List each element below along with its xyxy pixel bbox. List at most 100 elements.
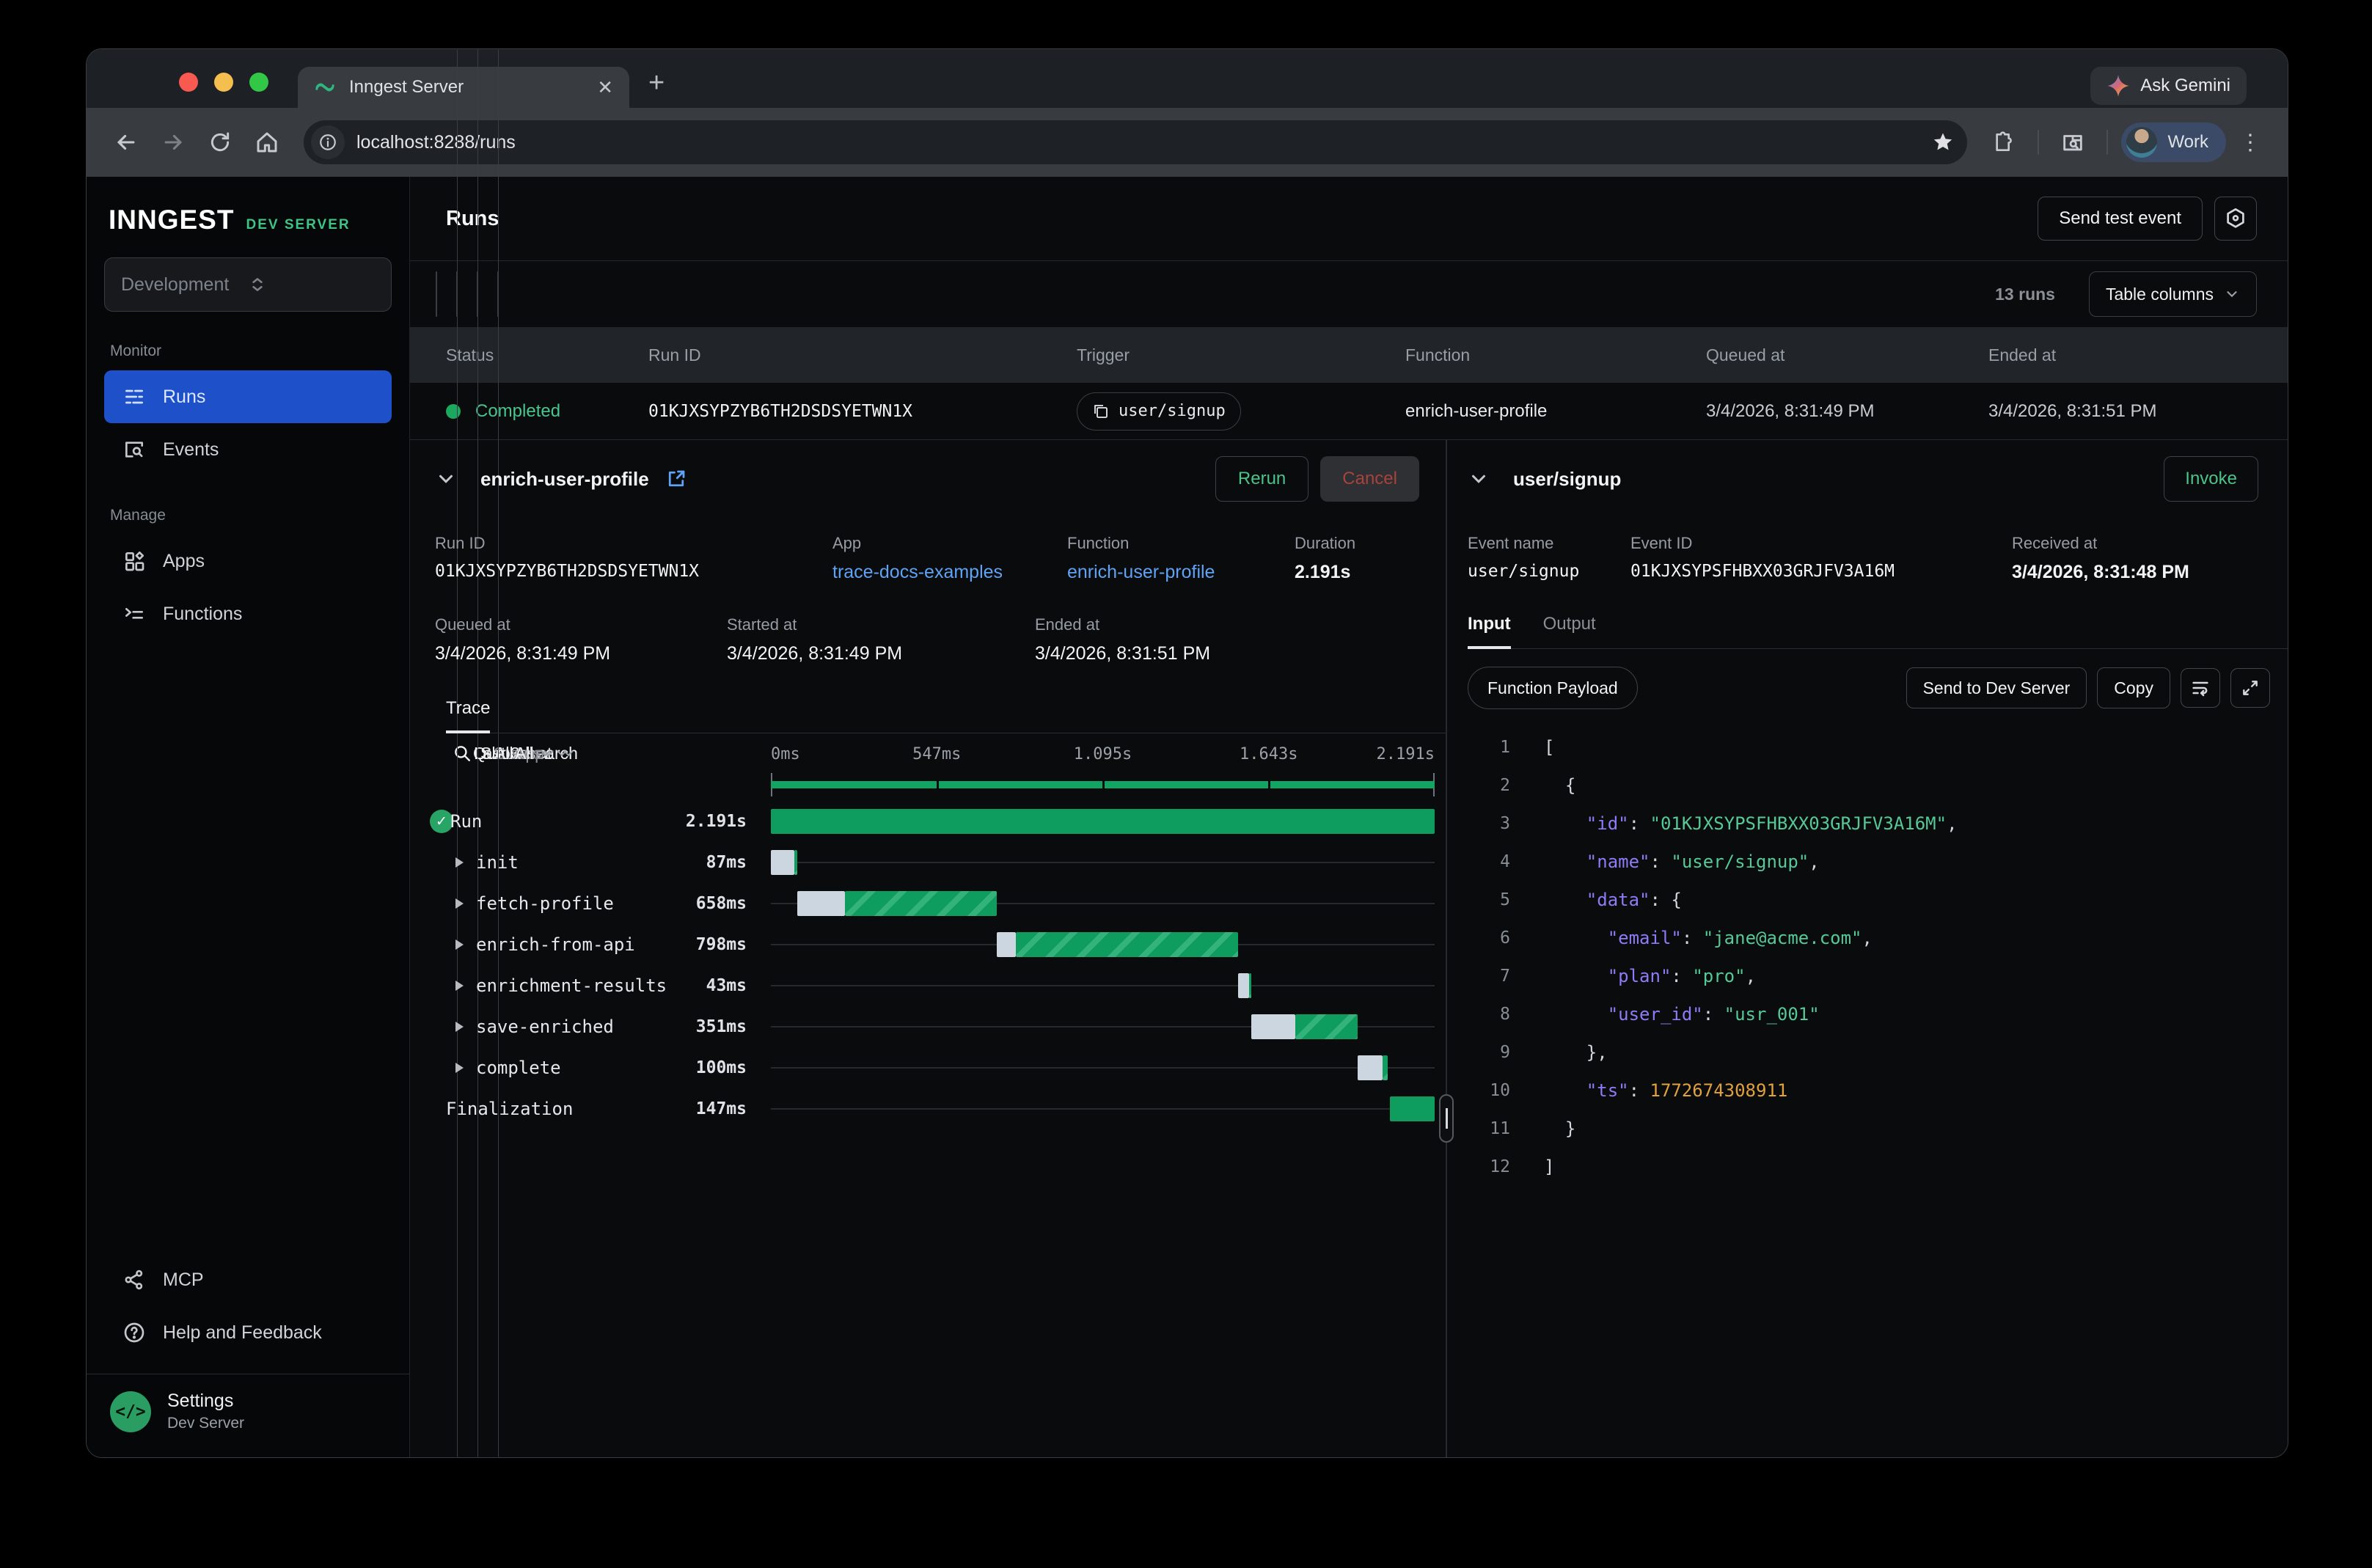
sidebar-item-help[interactable]: Help and Feedback: [104, 1306, 392, 1359]
new-tab-button[interactable]: +: [648, 67, 665, 99]
event-detail-panel: user/signup Invoke Event name user/signu…: [1447, 440, 2288, 1457]
back-icon[interactable]: [106, 122, 147, 163]
app-link[interactable]: trace-docs-examples: [832, 562, 1067, 583]
payload-json-code[interactable]: 1[2 {3 "id": "01KJXSYPSFHBXX03GRJFV3A16M…: [1468, 728, 2288, 1186]
trace-row-enrichment-results[interactable]: enrichment-results43ms: [410, 965, 1446, 1006]
table-columns-button[interactable]: Table columns: [2089, 271, 2257, 317]
trace-span-bar[interactable]: [771, 891, 1435, 916]
close-tab-icon[interactable]: ✕: [597, 78, 613, 97]
trace-segment-exec: [1249, 973, 1251, 998]
ask-gemini-button[interactable]: Ask Gemini: [2090, 67, 2247, 105]
trace-span-bar[interactable]: [771, 1014, 1435, 1039]
timeline-tick: 547ms: [912, 745, 961, 763]
rerun-button[interactable]: Rerun: [1215, 456, 1308, 502]
copy-button[interactable]: Copy: [2097, 667, 2170, 708]
ask-gemini-label: Ask Gemini: [2140, 76, 2230, 96]
runs-count: 13 runs: [1995, 285, 2055, 304]
trace-segment-solid: [771, 809, 1435, 834]
invoke-button[interactable]: Invoke: [2164, 456, 2258, 502]
line-number: 9: [1468, 1043, 1510, 1062]
run-queued-at: 3/4/2026, 8:31:49 PM: [1706, 401, 1988, 422]
forward-icon[interactable]: [153, 122, 194, 163]
trace-span-bar[interactable]: [771, 973, 1435, 998]
code-line: 10 "ts": 1772674308911: [1468, 1071, 2288, 1110]
profile-label: Work: [2167, 132, 2208, 153]
tab-input[interactable]: Input: [1468, 614, 1511, 649]
tab-trace[interactable]: Trace: [446, 698, 490, 733]
trace-row-save-enriched[interactable]: save-enriched351ms: [410, 1006, 1446, 1047]
minimize-window-button[interactable]: [214, 73, 233, 92]
trace-span-bar[interactable]: [771, 850, 1435, 875]
home-icon[interactable]: [246, 122, 288, 163]
browser-menu-icon[interactable]: ⋮: [2232, 130, 2269, 155]
settings-gear-button[interactable]: [2214, 197, 2257, 241]
run-table-row[interactable]: Completed 01KJXSYPZYB6TH2DSDSYETWN1X use…: [410, 383, 2288, 440]
extensions-icon[interactable]: [1983, 122, 2024, 163]
function-payload-pill[interactable]: Function Payload: [1468, 667, 1638, 709]
environment-selector[interactable]: Development: [104, 257, 392, 312]
word-wrap-icon[interactable]: [2181, 668, 2220, 708]
site-info-icon[interactable]: [311, 125, 345, 159]
trace-step-duration: 658ms: [410, 894, 747, 913]
code-line: 11 }: [1468, 1110, 2288, 1148]
show-search-button[interactable]: Show search: [436, 271, 437, 317]
tab-output[interactable]: Output: [1543, 614, 1596, 648]
chevron-down-icon: [2224, 286, 2240, 302]
trace-row-finalization[interactable]: Finalization147ms: [410, 1088, 1446, 1129]
send-to-dev-server-button[interactable]: Send to Dev Server: [1906, 667, 2087, 708]
trace-span-bar[interactable]: [771, 932, 1435, 957]
trace-row-enrich-from-api[interactable]: enrich-from-api798ms: [410, 924, 1446, 965]
sidebar-item-events[interactable]: Events: [104, 423, 392, 476]
sidebar-item-functions[interactable]: Functions: [104, 587, 392, 640]
browser-window: Inngest Server ✕ + Ask Gemini: [86, 48, 2288, 1458]
run-id-value: 01KJXSYPZYB6TH2DSDSYETWN1X: [435, 562, 832, 581]
trace-row-init[interactable]: init87ms: [410, 842, 1446, 883]
trigger-badge[interactable]: user/signup: [1077, 392, 1241, 431]
collapse-run-chevron-icon[interactable]: [435, 468, 457, 490]
trace-row-fetch-profile[interactable]: fetch-profile658ms: [410, 883, 1446, 924]
duration-value: 2.191s: [1295, 562, 1355, 583]
line-number: 8: [1468, 1005, 1510, 1024]
trace-row-run[interactable]: ✓Run2.191s: [410, 801, 1446, 842]
sidebar-item-apps[interactable]: Apps: [104, 535, 392, 587]
bookmark-star-icon[interactable]: [1932, 131, 1954, 153]
trace-segment-exec: [1295, 1014, 1358, 1039]
external-link-icon[interactable]: [665, 468, 687, 490]
reload-icon[interactable]: [200, 122, 241, 163]
close-window-button[interactable]: [179, 73, 198, 92]
section-label-monitor: Monitor: [110, 342, 386, 360]
run-detail-split: enrich-user-profile Rerun Cancel: [410, 440, 2288, 1457]
trace-segment-exec: [845, 891, 997, 916]
app-filter: App All: [497, 271, 499, 317]
trace-step-duration: 100ms: [410, 1058, 747, 1077]
trace-span-bar[interactable]: [771, 809, 1435, 834]
sidebar-item-mcp[interactable]: MCP: [104, 1253, 392, 1306]
cancel-button[interactable]: Cancel: [1320, 456, 1419, 502]
send-test-event-button[interactable]: Send test event: [2038, 197, 2203, 241]
avatar: [2126, 127, 2157, 158]
code-line: 12]: [1468, 1148, 2288, 1186]
settings-link[interactable]: </> Settings Dev Server: [104, 1374, 392, 1451]
sidebar-item-runs[interactable]: Runs: [104, 370, 392, 423]
trace-span-bar[interactable]: [771, 1055, 1435, 1080]
function-link[interactable]: enrich-user-profile: [1067, 562, 1295, 583]
filter-bar: Show search Queued at Last 3d: [410, 261, 2288, 327]
timeline-ticks: 0ms547ms1.095s1.643s2.191s: [410, 745, 1446, 772]
expand-icon[interactable]: [2230, 668, 2270, 708]
app-shell: INNGEST DEV SERVER Development Monitor R…: [87, 177, 2288, 1457]
window-controls: [179, 73, 268, 92]
started-at-value: 3/4/2026, 8:31:49 PM: [727, 643, 1035, 664]
collapse-event-chevron-icon[interactable]: [1468, 468, 1490, 490]
column-trigger: Trigger: [1077, 345, 1405, 365]
profile-chip[interactable]: Work: [2121, 122, 2226, 162]
trace-row-complete[interactable]: complete100ms: [410, 1047, 1446, 1088]
tab-search-icon[interactable]: [2052, 122, 2093, 163]
fullscreen-window-button[interactable]: [249, 73, 268, 92]
trace-span-bar[interactable]: [771, 1096, 1435, 1121]
trace-waterfall: 0ms547ms1.095s1.643s2.191s ✓Run2.191sini…: [410, 745, 1446, 1129]
trace-segment-wait: [1238, 973, 1248, 998]
ended-at-value: 3/4/2026, 8:31:51 PM: [1035, 643, 1210, 664]
line-number: 4: [1468, 852, 1510, 871]
timeline-minimap[interactable]: [410, 772, 1446, 801]
timeline-tick: 1.095s: [1074, 745, 1132, 763]
